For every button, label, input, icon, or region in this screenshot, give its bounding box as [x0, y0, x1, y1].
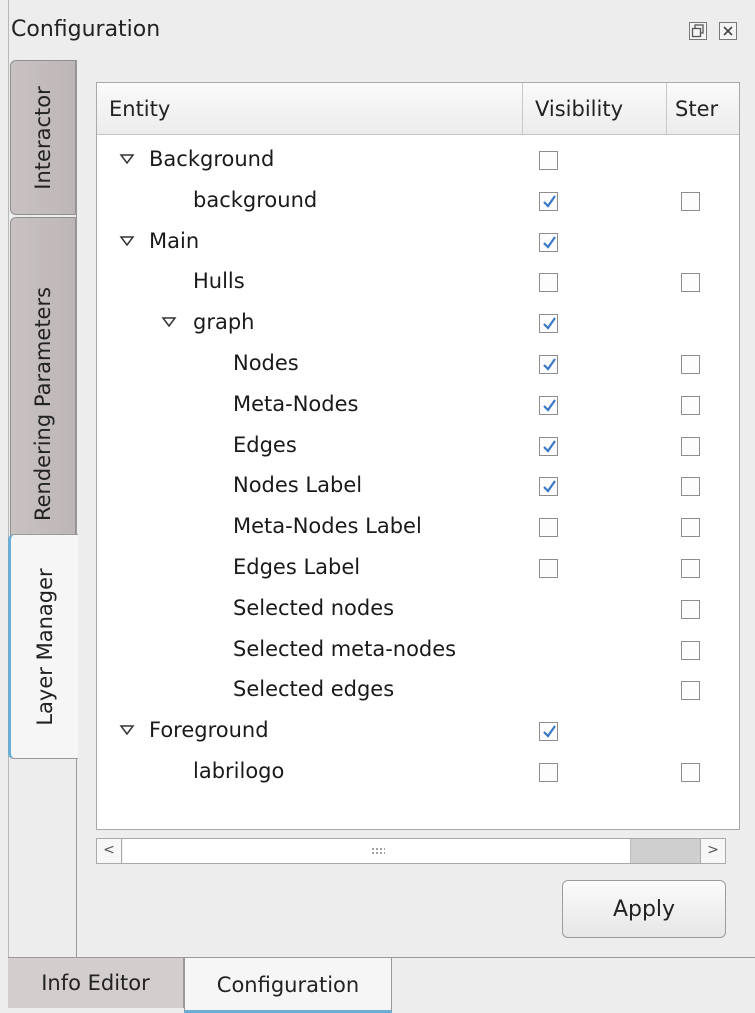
- tab-layer-manager[interactable]: Layer Manager: [8, 534, 78, 759]
- grip-icon: [371, 847, 385, 855]
- tab-interactor[interactable]: Interactor: [10, 60, 76, 215]
- visibility-checkbox[interactable]: [539, 314, 558, 334]
- tree-row[interactable]: Hulls: [97, 261, 739, 301]
- tree-row-label: labrilogo: [193, 759, 285, 783]
- expand-triangle-icon[interactable]: [119, 151, 135, 167]
- scroll-thumb[interactable]: [123, 839, 631, 863]
- tab-layer-manager-label: Layer Manager: [32, 567, 57, 726]
- close-icon[interactable]: [719, 22, 737, 40]
- stencil-checkbox[interactable]: [681, 355, 700, 374]
- tab-info-editor[interactable]: Info Editor: [8, 958, 184, 1008]
- tree-row[interactable]: Selected nodes: [97, 588, 739, 628]
- stencil-checkbox[interactable]: [681, 191, 700, 211]
- layer-tree[interactable]: Entity Visibility Ster Background backgro…: [96, 82, 740, 830]
- tree-row[interactable]: graph: [97, 302, 739, 342]
- tab-interactor-label: Interactor: [31, 85, 55, 190]
- tree-row-label: Meta-Nodes: [233, 391, 359, 416]
- stencil-checkbox[interactable]: [681, 477, 700, 497]
- tree-row-label: Foreground: [149, 718, 269, 743]
- side-tab-bar: Interactor Rendering Parameters Layer Ma…: [8, 60, 78, 957]
- expand-triangle-icon[interactable]: [119, 233, 135, 249]
- float-icon[interactable]: [689, 22, 707, 40]
- stencil-checkbox[interactable]: [681, 763, 700, 782]
- tree-row-label: Edges Label: [233, 555, 361, 579]
- stencil-checkbox[interactable]: [681, 640, 700, 660]
- tree-row[interactable]: Edges: [97, 425, 739, 465]
- visibility-checkbox[interactable]: [539, 151, 558, 170]
- stencil-checkbox[interactable]: [681, 518, 700, 538]
- tree-row[interactable]: background: [97, 180, 739, 220]
- tree-row[interactable]: Nodes Label: [97, 465, 739, 505]
- tree-row-label: background: [193, 187, 318, 212]
- column-stencil[interactable]: Ster: [667, 83, 739, 135]
- tree-row[interactable]: Selected meta-nodes: [97, 629, 739, 669]
- tree-row[interactable]: Meta-Nodes: [97, 384, 739, 424]
- tree-row[interactable]: Meta-Nodes Label: [97, 506, 739, 546]
- column-visibility[interactable]: Visibility: [523, 83, 667, 135]
- stencil-checkbox[interactable]: [681, 559, 700, 578]
- scroll-left-button[interactable]: <: [96, 838, 122, 864]
- tree-row[interactable]: Nodes: [97, 343, 739, 383]
- horizontal-scrollbar[interactable]: < >: [96, 838, 726, 864]
- tab-configuration[interactable]: Configuration: [184, 958, 392, 1013]
- tree-row-label: Nodes Label: [233, 473, 363, 498]
- tree-row[interactable]: Selected edges: [97, 669, 739, 709]
- visibility-checkbox[interactable]: [539, 518, 558, 538]
- apply-button[interactable]: Apply: [562, 880, 726, 938]
- tree-row-label: graph: [193, 310, 255, 335]
- tree-row[interactable]: Edges Label: [97, 547, 739, 587]
- visibility-checkbox[interactable]: [539, 477, 558, 497]
- visibility-checkbox[interactable]: [539, 273, 558, 293]
- tree-row-label: Nodes: [233, 351, 299, 375]
- stencil-checkbox[interactable]: [681, 681, 700, 701]
- tree-row-label: Meta-Nodes Label: [233, 514, 422, 539]
- tree-row-label: Background: [149, 147, 275, 171]
- dock-title: Configuration: [11, 17, 161, 42]
- stencil-checkbox[interactable]: [681, 436, 700, 456]
- visibility-checkbox[interactable]: [539, 232, 558, 252]
- stencil-checkbox[interactable]: [681, 599, 700, 619]
- expand-triangle-icon[interactable]: [161, 314, 177, 330]
- stencil-checkbox[interactable]: [681, 395, 700, 415]
- visibility-checkbox[interactable]: [539, 355, 558, 374]
- tree-row-label: Main: [149, 228, 200, 253]
- visibility-checkbox[interactable]: [539, 191, 558, 211]
- visibility-checkbox[interactable]: [539, 722, 558, 742]
- tree-row-label: Hulls: [193, 269, 245, 294]
- stencil-checkbox[interactable]: [681, 273, 700, 293]
- visibility-checkbox[interactable]: [539, 559, 558, 578]
- tree-row[interactable]: Foreground: [97, 710, 739, 750]
- visibility-checkbox[interactable]: [539, 763, 558, 782]
- bottom-tab-bar: Info Editor Configuration: [8, 957, 755, 1013]
- tree-row-label: Edges: [233, 432, 297, 457]
- scroll-track[interactable]: [631, 839, 701, 863]
- column-entity[interactable]: Entity: [97, 83, 523, 135]
- tree-row-label: Selected edges: [233, 677, 395, 702]
- scroll-right-button[interactable]: >: [700, 838, 726, 864]
- tree-row[interactable]: Main: [97, 221, 739, 261]
- tree-row[interactable]: Background: [97, 139, 739, 179]
- tab-rendering-parameters-label: Rendering Parameters: [31, 286, 55, 521]
- tree-row[interactable]: labrilogo: [97, 751, 739, 791]
- tree-header: Entity Visibility Ster: [97, 83, 739, 135]
- visibility-checkbox[interactable]: [539, 436, 558, 456]
- visibility-checkbox[interactable]: [539, 395, 558, 415]
- expand-triangle-icon[interactable]: [119, 722, 135, 738]
- tree-row-label: Selected meta-nodes: [233, 636, 457, 661]
- tree-row-label: Selected nodes: [233, 595, 395, 620]
